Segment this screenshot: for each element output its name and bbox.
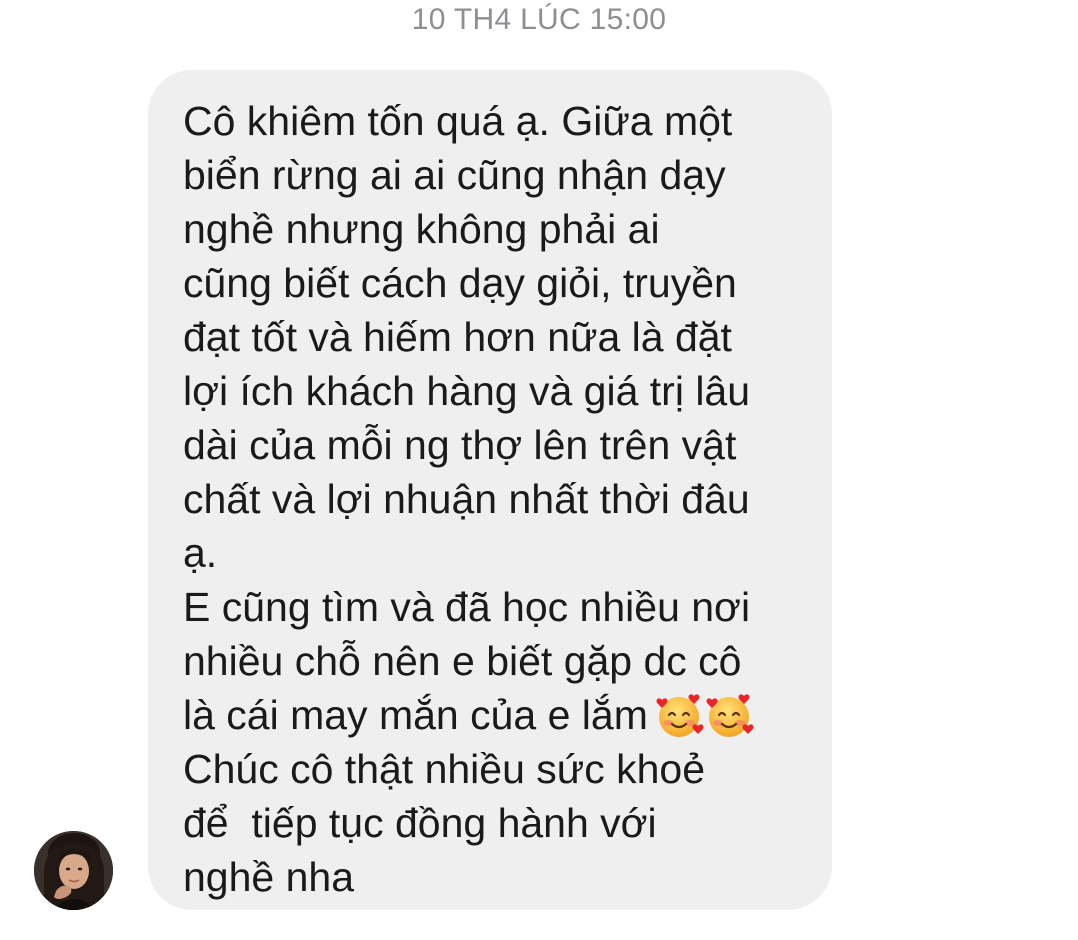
message-text-line: E cũng tìm và đã học nhiều nơi bbox=[183, 584, 751, 630]
message-text-line: Cô khiêm tốn quá ạ. Giữa một bbox=[183, 98, 733, 144]
message-text-line: để tiếp tục đồng hành với bbox=[183, 800, 657, 846]
message-text-line: ạ. bbox=[183, 530, 218, 576]
message-text-line: biển rừng ai ai cũng nhận dạy bbox=[183, 152, 726, 198]
sender-avatar[interactable] bbox=[34, 831, 113, 910]
message-text-line: là cái may mắn của e lắm bbox=[183, 692, 648, 738]
message-text-line: cũng biết cách dạy giỏi, truyền bbox=[183, 260, 737, 306]
message-text-line: dài của mỗi ng thợ lên trên vật bbox=[183, 422, 737, 468]
message-text-line: nghề nha bbox=[183, 854, 355, 900]
received-message-bubble[interactable]: Cô khiêm tốn quá ạ. Giữa một biển rừng a… bbox=[148, 70, 832, 910]
message-text-line: chất và lợi nhuận nhất thời đâu bbox=[183, 476, 750, 522]
message-timestamp: 10 TH4 LÚC 15:00 bbox=[411, 3, 667, 36]
message-text-line: đạt tốt và hiếm hơn nữa là đặt bbox=[183, 314, 732, 360]
message-line-with-emoji: là cái may mắn của e lắm bbox=[183, 688, 802, 742]
message-text-line: nhiều chỗ nên e biết gặp dc cô bbox=[183, 638, 742, 684]
message-text-line: Chúc cô thật nhiều sức khoẻ bbox=[183, 746, 706, 792]
message-text-line: nghề nhưng không phải ai bbox=[183, 206, 660, 252]
smiling-face-with-hearts-icon bbox=[654, 690, 704, 740]
message-text-line: lợi ích khách hàng và giá trị lâu bbox=[183, 368, 751, 414]
smiling-face-with-hearts-icon bbox=[704, 690, 754, 740]
